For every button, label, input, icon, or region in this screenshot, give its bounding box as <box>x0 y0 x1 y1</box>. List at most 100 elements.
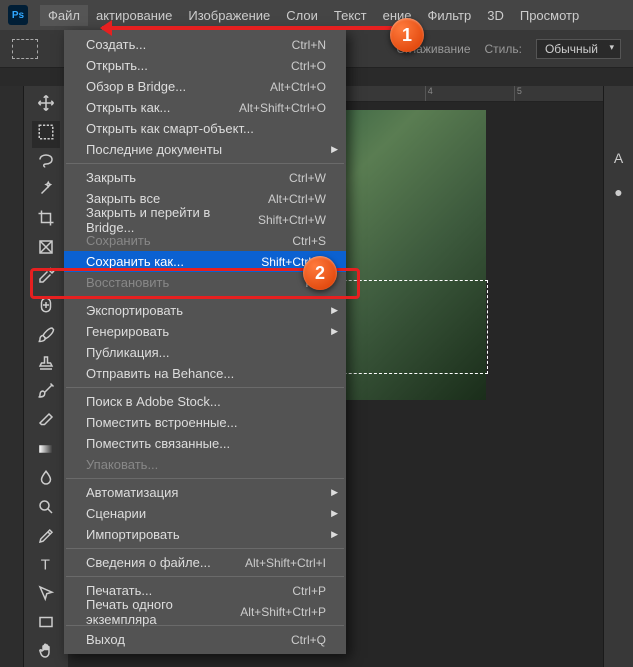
menu-item-label: Сохранить как... <box>86 254 184 269</box>
menu-item-экспортировать[interactable]: Экспортировать ▶ <box>64 300 346 321</box>
menu-текст[interactable]: Текст <box>326 5 375 26</box>
menu-separator <box>66 387 344 388</box>
healing-tool[interactable] <box>32 294 60 321</box>
menu-item-открытькак[interactable]: Открыть как...Alt+Shift+Ctrl+O <box>64 97 346 118</box>
move-icon <box>37 94 55 117</box>
collapsed-panel <box>0 86 24 667</box>
menu-item-сценарии[interactable]: Сценарии ▶ <box>64 503 346 524</box>
dodge-tool[interactable] <box>32 496 60 523</box>
svg-text:T: T <box>41 557 50 574</box>
move-tool[interactable] <box>32 92 60 119</box>
hand-tool[interactable] <box>32 640 60 667</box>
crop-tool[interactable] <box>32 207 60 234</box>
menu-item-отправитьнаbehance[interactable]: Отправить на Behance... <box>64 363 346 384</box>
file-menu-dropdown: Создать...Ctrl+NОткрыть...Ctrl+OОбзор в … <box>64 30 346 654</box>
dodge-icon <box>37 498 55 521</box>
menu-item-label: Последние документы <box>86 142 222 157</box>
menu-item-label: Обзор в Bridge... <box>86 79 186 94</box>
menu-item-выход[interactable]: ВыходCtrl+Q <box>64 629 346 650</box>
annotation-arrow <box>102 26 392 30</box>
brush-tool[interactable] <box>32 323 60 350</box>
type-tool[interactable]: T <box>32 554 60 581</box>
path-tool[interactable] <box>32 582 60 609</box>
right-dock: A● <box>603 86 633 667</box>
history-brush-tool[interactable] <box>32 380 60 407</box>
menu-item-поместитьсвязанные[interactable]: Поместить связанные... <box>64 433 346 454</box>
frame-tool[interactable] <box>32 236 60 263</box>
menu-shortcut: Alt+Shift+Ctrl+O <box>239 101 326 115</box>
menu-item-закрытьиперейтивbrid[interactable]: Закрыть и перейти в Bridge...Shift+Ctrl+… <box>64 209 346 230</box>
annotation-badge-1: 1 <box>390 18 424 52</box>
menu-item-открытькаксмартобъек[interactable]: Открыть как смарт-объект... <box>64 118 346 139</box>
ruler-tick: 3 <box>336 86 425 101</box>
healing-icon <box>37 296 55 319</box>
pen-tool[interactable] <box>32 525 60 552</box>
lasso-icon <box>37 152 55 175</box>
menu-shortcut: Shift+Ctrl+W <box>258 213 326 227</box>
submenu-arrow-icon: ▶ <box>331 144 338 155</box>
menu-item-label: Генерировать <box>86 324 169 339</box>
menu-separator <box>66 548 344 549</box>
menu-3d[interactable]: 3D <box>479 5 512 26</box>
menu-item-генерировать[interactable]: Генерировать▶ <box>64 321 346 342</box>
menu-изображение[interactable]: Изображение <box>180 5 278 26</box>
menu-item-обзорвbridge[interactable]: Обзор в Bridge... Alt+Ctrl+O <box>64 76 346 97</box>
blur-tool[interactable] <box>32 467 60 494</box>
menu-item-импортировать[interactable]: Импортировать ▶ <box>64 524 346 545</box>
menu-item-label: Экспортировать <box>86 303 183 318</box>
menu-item-label: Восстановить <box>86 275 169 290</box>
ruler-tick: 5 <box>514 86 603 101</box>
submenu-arrow-icon: ▶ <box>331 305 338 316</box>
menu-item-label: Импортировать <box>86 527 180 542</box>
stamp-tool[interactable] <box>32 352 60 379</box>
menu-item-закрыть[interactable]: ЗакрытьCtrl+W <box>64 167 346 188</box>
menu-item-поместитьвстроенные[interactable]: Поместить встроенные... <box>64 412 346 433</box>
menu-separator <box>66 163 344 164</box>
eraser-tool[interactable] <box>32 409 60 436</box>
menu-shortcut: Ctrl+N <box>292 38 326 52</box>
eyedropper-tool[interactable] <box>32 265 60 292</box>
history-brush-icon <box>37 382 55 405</box>
submenu-arrow-icon: ▶ <box>331 487 338 498</box>
menu-слои[interactable]: Слои <box>278 5 326 26</box>
menu-shortcut: Ctrl+W <box>289 171 326 185</box>
gradient-tool[interactable] <box>32 438 60 465</box>
menu-item-открыть[interactable]: Открыть...Ctrl+O <box>64 55 346 76</box>
menu-item-label: Поиск в Adobe Stock... <box>86 394 221 409</box>
menu-item-публикация[interactable]: Публикация... <box>64 342 346 363</box>
menu-просмотр[interactable]: Просмотр <box>512 5 587 26</box>
menu-item-печатьодногоэкземпля[interactable]: Печать одного экземпляраAlt+Shift+Ctrl+P <box>64 601 346 622</box>
blur-icon <box>37 469 55 492</box>
menu-item-последниедокументы[interactable]: Последние документы ▶ <box>64 139 346 160</box>
menu-item-label: Поместить встроенные... <box>86 415 237 430</box>
frame-icon <box>37 238 55 261</box>
menu-shortcut: Ctrl+O <box>291 59 326 73</box>
crop-icon <box>37 209 55 232</box>
dock-icon[interactable]: A <box>614 150 623 166</box>
menu-item-label: Упаковать... <box>86 457 158 472</box>
style-select[interactable]: Обычный ▾ <box>536 39 621 59</box>
marquee-tool[interactable] <box>32 121 60 148</box>
menu-item-создать[interactable]: Создать...Ctrl+N <box>64 34 346 55</box>
menu-item-label: Выход <box>86 632 125 647</box>
menu-item-label: Отправить на Behance... <box>86 366 234 381</box>
magic-wand-tool[interactable] <box>32 179 60 206</box>
menu-item-сведенияофайле[interactable]: Сведения о файле...Alt+Shift+Ctrl+I <box>64 552 346 573</box>
menu-item-label: Сценарии <box>86 506 146 521</box>
menu-item-поисквadobestock[interactable]: Поиск в Adobe Stock... <box>64 391 346 412</box>
dock-icon[interactable]: ● <box>614 184 622 200</box>
rectangle-tool[interactable] <box>32 611 60 638</box>
submenu-arrow-icon: ▶ <box>331 529 338 540</box>
menu-фильтр[interactable]: Фильтр <box>420 5 480 26</box>
marquee-swatch-icon[interactable] <box>12 39 38 59</box>
lasso-tool[interactable] <box>32 150 60 177</box>
menu-shortcut: Alt+Ctrl+O <box>270 80 326 94</box>
menu-item-автоматизация[interactable]: Автоматизация ▶ <box>64 482 346 503</box>
menu-item-label: Автоматизация <box>86 485 178 500</box>
submenu-arrow-icon: ▶ <box>331 508 338 519</box>
menu-item-label: Открыть как смарт-объект... <box>86 121 254 136</box>
menu-separator <box>66 576 344 577</box>
pen-icon <box>37 527 55 550</box>
annotation-badge-2: 2 <box>303 256 337 290</box>
menu-файл[interactable]: Файл <box>40 5 88 26</box>
